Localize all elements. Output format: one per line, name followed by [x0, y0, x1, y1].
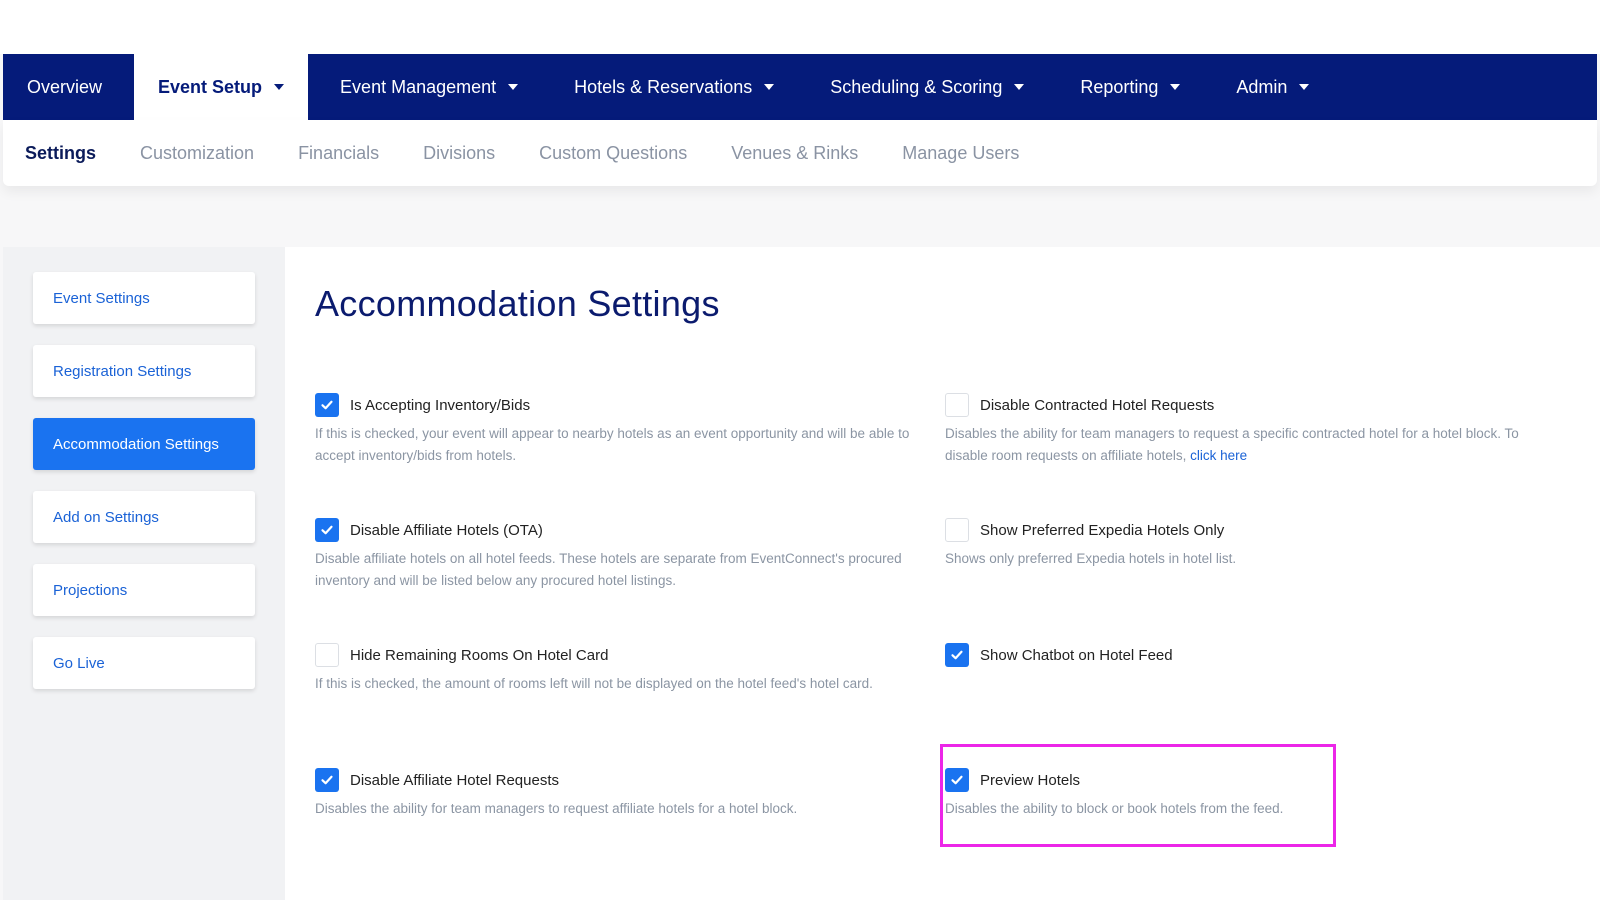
setting-description: Shows only preferred Expedia hotels in h… — [945, 551, 1237, 566]
setting-row: Disable Affiliate Hotel Requests — [315, 768, 915, 792]
setting-label: Hide Remaining Rooms On Hotel Card — [350, 646, 609, 664]
setting-description: Disables the ability to block or book ho… — [945, 801, 1284, 816]
setting-row: Hide Remaining Rooms On Hotel Card — [315, 643, 915, 667]
nav-item-reporting[interactable]: Reporting — [1056, 54, 1204, 120]
nav-item-overview[interactable]: Overview — [3, 54, 126, 120]
nav-label: Scheduling & Scoring — [830, 76, 1003, 97]
setting-row: Show Preferred Expedia Hotels Only — [945, 518, 1545, 542]
sidebar-item-accommodation-settings[interactable]: Accommodation Settings — [33, 418, 255, 470]
check-icon — [321, 525, 333, 535]
top-bar — [0, 0, 1600, 54]
setting-row: Preview Hotels — [945, 768, 1335, 792]
subnav-item-venues-rinks[interactable]: Venues & Rinks — [731, 143, 858, 164]
main-nav: Overview Event Setup Event Management Ho… — [3, 54, 1597, 120]
caret-down-icon — [274, 84, 285, 90]
checkbox-preview-hotels[interactable] — [945, 768, 969, 792]
sidebar: Event Settings Registration Settings Acc… — [3, 247, 285, 900]
nav-label: Hotels & Reservations — [574, 76, 753, 97]
check-icon — [321, 400, 333, 410]
setting-show-chatbot: Show Chatbot on Hotel Feed — [945, 643, 1545, 667]
setting-label: Show Preferred Expedia Hotels Only — [980, 521, 1225, 539]
setting-description: If this is checked, your event will appe… — [315, 426, 910, 463]
sidebar-item-go-live[interactable]: Go Live — [33, 637, 255, 689]
checkbox-disable-affiliate-hotels[interactable] — [315, 518, 339, 542]
caret-down-icon — [1170, 84, 1181, 90]
nav-item-event-setup[interactable]: Event Setup — [134, 54, 309, 120]
setting-label: Show Chatbot on Hotel Feed — [980, 646, 1173, 664]
sidebar-item-projections[interactable]: Projections — [33, 564, 255, 616]
checkbox-preferred-expedia[interactable] — [945, 518, 969, 542]
click-here-link[interactable]: click here — [1190, 448, 1247, 463]
checkbox-disable-contracted-requests[interactable] — [945, 393, 969, 417]
main-content: Accommodation Settings Is Accepting Inve… — [285, 247, 1600, 900]
subnav-item-financials[interactable]: Financials — [298, 143, 379, 164]
setting-label: Disable Affiliate Hotel Requests — [350, 771, 560, 789]
nav-item-scheduling-scoring[interactable]: Scheduling & Scoring — [806, 54, 1048, 120]
check-icon — [951, 650, 963, 660]
nav-label: Event Setup — [158, 76, 263, 97]
check-icon — [321, 775, 333, 785]
setting-row: Is Accepting Inventory/Bids — [315, 393, 915, 417]
caret-down-icon — [1014, 84, 1025, 90]
subnav-item-custom-questions[interactable]: Custom Questions — [539, 143, 687, 164]
nav-label: Overview — [27, 76, 103, 97]
subnav-item-customization[interactable]: Customization — [140, 143, 254, 164]
setting-disable-affiliate-requests: Disable Affiliate Hotel Requests Disable… — [315, 768, 915, 820]
caret-down-icon — [764, 84, 775, 90]
nav-item-event-management[interactable]: Event Management — [316, 54, 542, 120]
setting-preview-hotels: Preview Hotels Disables the ability to b… — [945, 768, 1335, 820]
check-icon — [951, 775, 963, 785]
checkbox-accepting-inventory[interactable] — [315, 393, 339, 417]
caret-down-icon — [1299, 84, 1310, 90]
page-title: Accommodation Settings — [315, 283, 720, 324]
nav-label: Event Management — [340, 76, 497, 97]
setting-hide-remaining-rooms: Hide Remaining Rooms On Hotel Card If th… — [315, 643, 915, 695]
subnav-item-settings[interactable]: Settings — [25, 143, 96, 164]
setting-label: Disable Contracted Hotel Requests — [980, 396, 1215, 414]
sub-nav: Settings Customization Financials Divisi… — [3, 120, 1597, 186]
nav-item-hotels-reservations[interactable]: Hotels & Reservations — [550, 54, 798, 120]
sidebar-item-registration-settings[interactable]: Registration Settings — [33, 345, 255, 397]
setting-disable-affiliate-hotels: Disable Affiliate Hotels (OTA) Disable a… — [315, 518, 915, 592]
setting-label: Is Accepting Inventory/Bids — [350, 396, 531, 414]
setting-accepting-inventory: Is Accepting Inventory/Bids If this is c… — [315, 393, 915, 467]
setting-label: Disable Affiliate Hotels (OTA) — [350, 521, 543, 539]
checkbox-hide-remaining-rooms[interactable] — [315, 643, 339, 667]
subnav-item-divisions[interactable]: Divisions — [423, 143, 495, 164]
setting-row: Disable Affiliate Hotels (OTA) — [315, 518, 915, 542]
setting-description: Disables the ability for team managers t… — [315, 801, 798, 816]
setting-disable-contracted-requests: Disable Contracted Hotel Requests Disabl… — [945, 393, 1565, 467]
subnav-item-manage-users[interactable]: Manage Users — [902, 143, 1019, 164]
setting-row: Show Chatbot on Hotel Feed — [945, 643, 1545, 667]
nav-label: Admin — [1236, 76, 1288, 97]
page: Overview Event Setup Event Management Ho… — [0, 0, 1600, 900]
checkbox-disable-affiliate-requests[interactable] — [315, 768, 339, 792]
setting-description: If this is checked, the amount of rooms … — [315, 676, 873, 691]
nav-item-admin[interactable]: Admin — [1212, 54, 1333, 120]
setting-row: Disable Contracted Hotel Requests — [945, 393, 1565, 417]
sidebar-item-add-on-settings[interactable]: Add on Settings — [33, 491, 255, 543]
nav-label: Reporting — [1080, 76, 1159, 97]
sidebar-item-event-settings[interactable]: Event Settings — [33, 272, 255, 324]
caret-down-icon — [508, 84, 519, 90]
setting-label: Preview Hotels — [980, 771, 1081, 789]
setting-description: Disable affiliate hotels on all hotel fe… — [315, 551, 902, 588]
setting-preferred-expedia: Show Preferred Expedia Hotels Only Shows… — [945, 518, 1545, 570]
checkbox-show-chatbot[interactable] — [945, 643, 969, 667]
setting-description: Disables the ability for team managers t… — [945, 423, 1565, 467]
